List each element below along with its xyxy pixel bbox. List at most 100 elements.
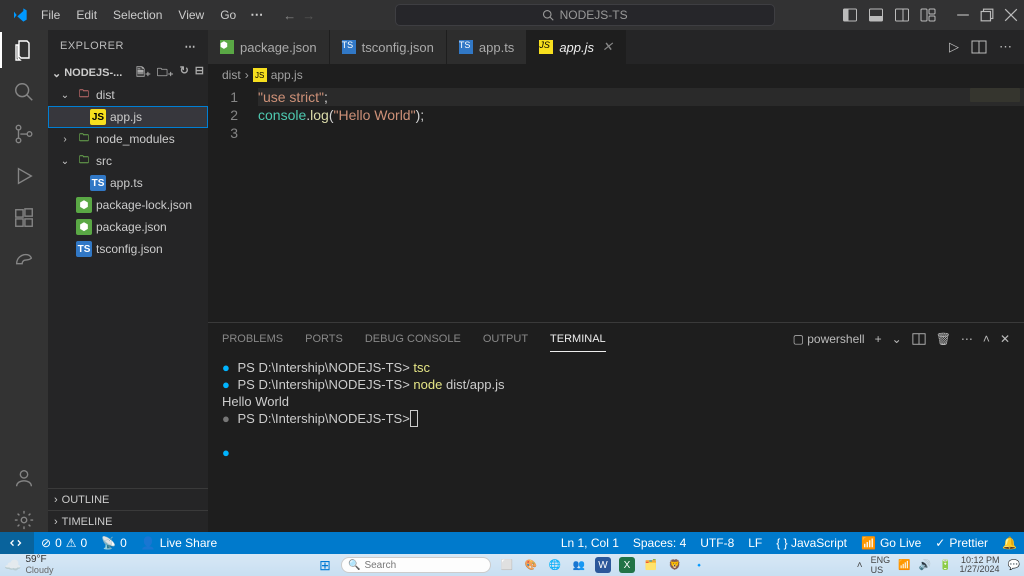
status-ports[interactable]: 📡0 xyxy=(94,536,134,550)
tray-battery-icon[interactable]: 🔋 xyxy=(939,560,951,571)
run-icon[interactable]: ▷ xyxy=(949,39,959,55)
taskbar-weather[interactable]: ☁️ 59°FCloudy xyxy=(4,555,53,575)
vscode-taskbar-icon[interactable]: ⬩ xyxy=(691,557,707,573)
remote-indicator[interactable] xyxy=(0,532,34,554)
status-spaces[interactable]: Spaces: 4 xyxy=(626,536,693,550)
layout-panel-bottom-icon[interactable] xyxy=(868,7,884,23)
terminal-dropdown-icon[interactable]: ⌄ xyxy=(892,326,902,352)
restore-icon[interactable] xyxy=(980,8,994,22)
tree-item-src[interactable]: ⌄🗀src xyxy=(48,150,208,172)
status-prettier[interactable]: ✓Prettier xyxy=(928,536,995,550)
status-cursor[interactable]: Ln 1, Col 1 xyxy=(554,536,626,550)
editor-code[interactable]: 123 "use strict";console.log("Hello Worl… xyxy=(208,86,1024,322)
command-center-search[interactable]: NODEJS-TS xyxy=(395,4,775,26)
activity-search-icon[interactable] xyxy=(12,80,36,104)
tray-wifi-icon[interactable]: 📶 xyxy=(898,560,910,571)
collapse-icon[interactable]: ⊟ xyxy=(195,64,204,83)
start-icon[interactable]: ⊞ xyxy=(317,557,333,573)
tree-item-node_modules[interactable]: ›🗀node_modules xyxy=(48,128,208,150)
tab-package-json[interactable]: ⬢package.json xyxy=(208,30,330,64)
status-errors[interactable]: ⊘0⚠0 xyxy=(34,536,94,550)
tray-language[interactable]: ENGUS xyxy=(871,555,891,575)
excel-icon[interactable]: X xyxy=(619,557,635,573)
teams-icon[interactable]: 👥 xyxy=(571,557,587,573)
close-icon[interactable] xyxy=(1004,8,1018,22)
title-bar: FileEditSelectionViewGo ⋯ ← → NODEJS-TS xyxy=(0,0,1024,30)
status-notifications-icon[interactable]: 🔔 xyxy=(995,536,1024,550)
layout-panel-left-icon[interactable] xyxy=(842,7,858,23)
menu-selection[interactable]: Selection xyxy=(106,4,169,26)
brave-icon[interactable]: 🦁 xyxy=(667,557,683,573)
tab-app-js[interactable]: JSapp.js✕ xyxy=(527,30,626,64)
folder-header[interactable]: ⌄ NODEJS-... 🗎₊ 🗀₊ ↻ ⊟ xyxy=(48,62,208,84)
menu-edit[interactable]: Edit xyxy=(69,4,104,26)
minimap[interactable] xyxy=(970,88,1020,102)
tree-item-package-json[interactable]: ⬢package.json xyxy=(48,216,208,238)
status-go-live[interactable]: 📶Go Live xyxy=(854,536,928,550)
tab-tsconfig-json[interactable]: TStsconfig.json xyxy=(330,30,447,64)
bottom-panel: PROBLEMS PORTS DEBUG CONSOLE OUTPUT TERMINAL… xyxy=(208,322,1024,532)
terminal-maximize-icon[interactable]: ˄ xyxy=(983,326,990,352)
activity-source-control-icon[interactable] xyxy=(12,122,36,146)
tree-item-package-lock-json[interactable]: ⬢package-lock.json xyxy=(48,194,208,216)
activity-account-icon[interactable] xyxy=(12,466,36,490)
menu-view[interactable]: View xyxy=(171,4,211,26)
outline-section[interactable]: ›OUTLINE xyxy=(48,488,208,510)
terminal-more-icon[interactable]: ⋯ xyxy=(961,326,973,352)
activity-settings-icon[interactable] xyxy=(12,508,36,532)
status-live-share[interactable]: 👤Live Share xyxy=(134,536,224,550)
word-icon[interactable]: W xyxy=(595,557,611,573)
terminal-kill-icon[interactable]: 🗑 xyxy=(936,326,951,352)
tree-item-app-ts[interactable]: TSapp.ts xyxy=(48,172,208,194)
activity-extensions-icon[interactable] xyxy=(12,206,36,230)
copilot-icon[interactable]: 🎨 xyxy=(523,557,539,573)
activity-explorer-icon[interactable] xyxy=(12,38,36,62)
terminal-new-icon[interactable]: + xyxy=(875,326,882,352)
minimize-icon[interactable] xyxy=(956,8,970,22)
tree-item-app-js[interactable]: JSapp.js xyxy=(48,106,208,128)
explorer-more-icon[interactable]: ⋯ xyxy=(185,40,197,53)
layout-panel-right-icon[interactable] xyxy=(894,7,910,23)
menu-go[interactable]: Go xyxy=(213,4,243,26)
tab-close-icon[interactable]: ✕ xyxy=(602,39,613,55)
panel-tab-ports[interactable]: PORTS xyxy=(305,327,343,351)
tray-clock[interactable]: 10:12 PM1/27/2024 xyxy=(960,556,1000,574)
panel-tab-problems[interactable]: PROBLEMS xyxy=(222,327,283,351)
timeline-section[interactable]: ›TIMELINE xyxy=(48,510,208,532)
explorer-icon[interactable]: 🗂️ xyxy=(643,557,659,573)
breadcrumb[interactable]: dist› JS app.js xyxy=(208,64,1024,86)
nav-back-icon[interactable]: ← xyxy=(283,8,296,23)
menu-more-icon[interactable]: ⋯ xyxy=(243,3,271,27)
new-folder-icon[interactable]: 🗀₊ xyxy=(157,64,174,83)
activity-run-debug-icon[interactable] xyxy=(12,164,36,188)
status-eol[interactable]: LF xyxy=(741,536,769,550)
tray-chevron-icon[interactable]: ˄ xyxy=(857,560,863,571)
terminal-output[interactable]: ● PS D:\Intership\NODEJS-TS> tsc ● PS D:… xyxy=(208,355,1024,532)
status-language[interactable]: { } JavaScript xyxy=(769,536,854,550)
activity-remote-explorer-icon[interactable] xyxy=(12,248,36,272)
terminal-profile[interactable]: ▢ powershell xyxy=(793,326,865,352)
tree-item-tsconfig-json[interactable]: TStsconfig.json xyxy=(48,238,208,260)
taskbar-search[interactable]: 🔍Search xyxy=(341,557,491,573)
menu-file[interactable]: File xyxy=(34,4,67,26)
refresh-icon[interactable]: ↻ xyxy=(180,64,189,83)
panel-tab-debug-console[interactable]: DEBUG CONSOLE xyxy=(365,327,461,351)
terminal-close-icon[interactable]: ✕ xyxy=(1000,326,1010,352)
tab-app-ts[interactable]: TSapp.ts xyxy=(447,30,527,64)
menu-bar: FileEditSelectionViewGo xyxy=(34,4,243,26)
tray-notifications-icon[interactable]: 💬 xyxy=(1008,560,1020,571)
new-file-icon[interactable]: 🗎₊ xyxy=(136,64,151,83)
status-encoding[interactable]: UTF-8 xyxy=(693,536,741,550)
layout-customize-icon[interactable] xyxy=(920,7,936,23)
tree-item-dist[interactable]: ⌄🗀dist xyxy=(48,84,208,106)
panel-tab-output[interactable]: OUTPUT xyxy=(483,327,528,351)
taskview-icon[interactable]: ⬜ xyxy=(499,557,515,573)
tray-volume-icon[interactable]: 🔊 xyxy=(919,560,931,571)
tab-more-icon[interactable]: ⋯ xyxy=(999,39,1012,55)
edge-icon[interactable]: 🌐 xyxy=(547,557,563,573)
split-editor-icon[interactable] xyxy=(971,39,987,55)
nav-forward-icon[interactable]: → xyxy=(302,8,315,23)
panel-tab-terminal[interactable]: TERMINAL xyxy=(550,327,606,352)
system-tray[interactable]: ˄ ENGUS 📶 🔊 🔋 10:12 PM1/27/2024 💬 xyxy=(857,555,1020,575)
terminal-split-icon[interactable] xyxy=(912,332,926,346)
